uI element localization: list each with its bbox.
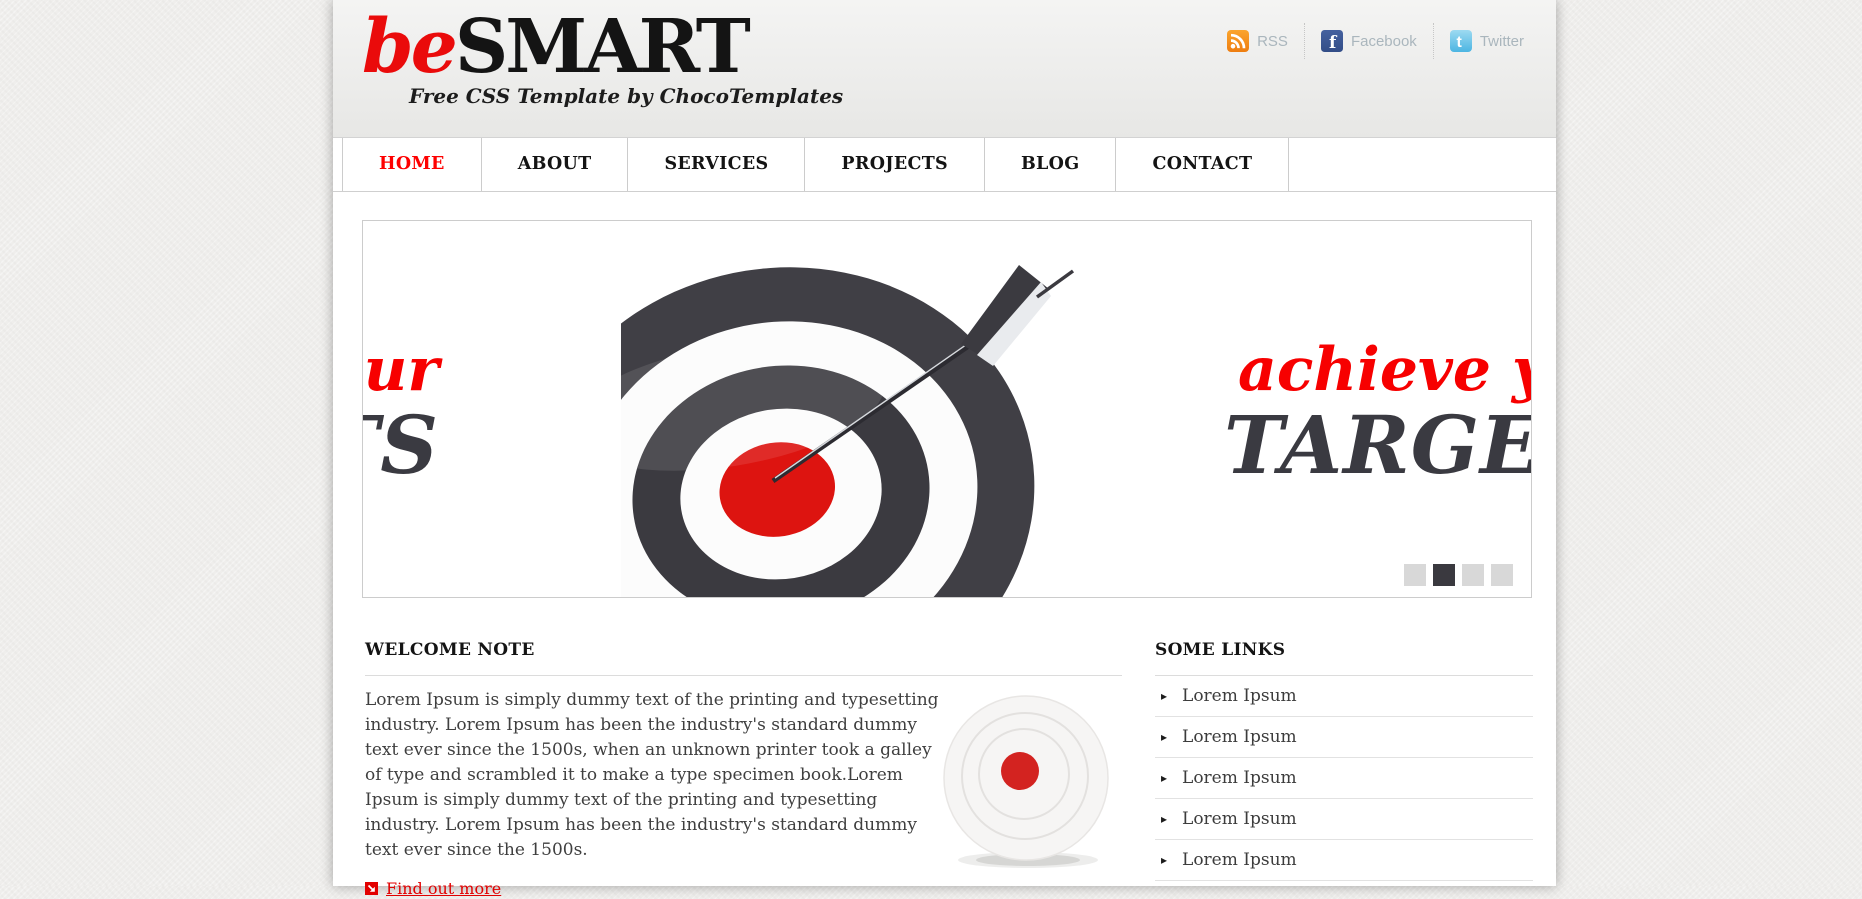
nav-item-contact[interactable]: CONTACT: [1116, 138, 1289, 191]
main-nav: HOME ABOUT SERVICES PROJECTS BLOG CONTAC…: [333, 137, 1556, 192]
bullet-icon: ▸: [1161, 813, 1167, 825]
hero-slider: achieve your TARGETS ac: [362, 220, 1532, 598]
sidebar-link[interactable]: ▸ Lorem Ipsum: [1155, 758, 1533, 799]
target-image: [940, 695, 1112, 870]
welcome-text: Lorem Ipsum is simply dummy text of the …: [365, 688, 940, 863]
social-links: RSS f Facebook: [1227, 22, 1524, 60]
sidebar-link-label: Lorem Ipsum: [1182, 768, 1297, 788]
slider-page-button-3[interactable]: [1462, 564, 1484, 586]
nav-item-blog[interactable]: BLOG: [985, 138, 1117, 191]
slide-line1: achieve your: [1238, 337, 1532, 403]
arrow-icon: [365, 882, 378, 895]
slide-text-incoming: achieve your TARGETS: [1224, 337, 1532, 485]
dartboard-image: [621, 249, 1101, 598]
logo-rest: SMART: [455, 4, 748, 90]
nav-item-projects[interactable]: PROJECTS: [805, 138, 985, 191]
sidebar-link[interactable]: ▸ Lorem Ipsum: [1155, 676, 1533, 717]
divider: [1304, 23, 1305, 59]
sidebar-link-label: Lorem Ipsum: [1182, 850, 1297, 870]
site-logo[interactable]: beSMART Free CSS Template by ChocoTempla…: [362, 10, 843, 106]
welcome-heading: WELCOME NOTE: [365, 640, 1122, 660]
logo-accent: be: [362, 4, 455, 90]
sidebar-heading: SOME LINKS: [1155, 640, 1533, 660]
divider: [1433, 23, 1434, 59]
find-out-more-link[interactable]: Find out more: [365, 879, 501, 898]
slider-page-button-4[interactable]: [1491, 564, 1513, 586]
twitter-label: Twitter: [1480, 33, 1524, 50]
rss-label: RSS: [1257, 33, 1288, 50]
facebook-link[interactable]: f Facebook: [1321, 30, 1417, 52]
nav-item-home[interactable]: HOME: [342, 138, 482, 191]
find-out-more-label: Find out more: [386, 879, 501, 898]
logo-text: beSMART: [362, 10, 843, 84]
slide-line2: TARGETS: [1224, 405, 1532, 485]
facebook-icon: f: [1321, 30, 1343, 52]
slider-pagination: [1404, 564, 1513, 586]
rss-icon: [1227, 30, 1249, 52]
sidebar-link[interactable]: ▸ Lorem Ipsum: [1155, 799, 1533, 840]
divider: [365, 675, 1122, 676]
slide-line2: TARGETS: [362, 405, 439, 485]
links-sidebar: SOME LINKS ▸ Lorem Ipsum ▸ Lorem Ipsum ▸ Lo…: [1155, 640, 1533, 881]
bullet-icon: ▸: [1161, 690, 1167, 702]
rss-link[interactable]: RSS: [1227, 30, 1288, 52]
slide-text-outgoing: achieve your TARGETS: [362, 337, 439, 485]
nav-item-about[interactable]: ABOUT: [482, 138, 629, 191]
slide-line1: achieve your: [362, 337, 439, 403]
slider-page-button-1[interactable]: [1404, 564, 1426, 586]
bullet-icon: ▸: [1161, 731, 1167, 743]
twitter-icon: t: [1450, 30, 1472, 52]
header: beSMART Free CSS Template by ChocoTempla…: [333, 0, 1556, 137]
svg-text:t: t: [1456, 34, 1462, 51]
facebook-label: Facebook: [1351, 33, 1417, 50]
sidebar-link-label: Lorem Ipsum: [1182, 727, 1297, 747]
welcome-section: WELCOME NOTE Lorem Ipsum is simply dummy…: [365, 640, 1122, 899]
slider-page-button-2[interactable]: [1433, 564, 1455, 586]
site-tagline: Free CSS Template by ChocoTemplates: [409, 86, 843, 106]
sidebar-link[interactable]: ▸ Lorem Ipsum: [1155, 840, 1533, 881]
nav-item-services[interactable]: SERVICES: [628, 138, 805, 191]
sidebar-link-list: ▸ Lorem Ipsum ▸ Lorem Ipsum ▸ Lorem Ipsum ▸…: [1155, 676, 1533, 881]
bullet-icon: ▸: [1161, 772, 1167, 784]
sidebar-link-label: Lorem Ipsum: [1182, 686, 1297, 706]
sidebar-link-label: Lorem Ipsum: [1182, 809, 1297, 829]
content-sheet: beSMART Free CSS Template by ChocoTempla…: [333, 0, 1556, 886]
bullet-icon: ▸: [1161, 854, 1167, 866]
twitter-link[interactable]: t Twitter: [1450, 30, 1524, 52]
sidebar-link[interactable]: ▸ Lorem Ipsum: [1155, 717, 1533, 758]
